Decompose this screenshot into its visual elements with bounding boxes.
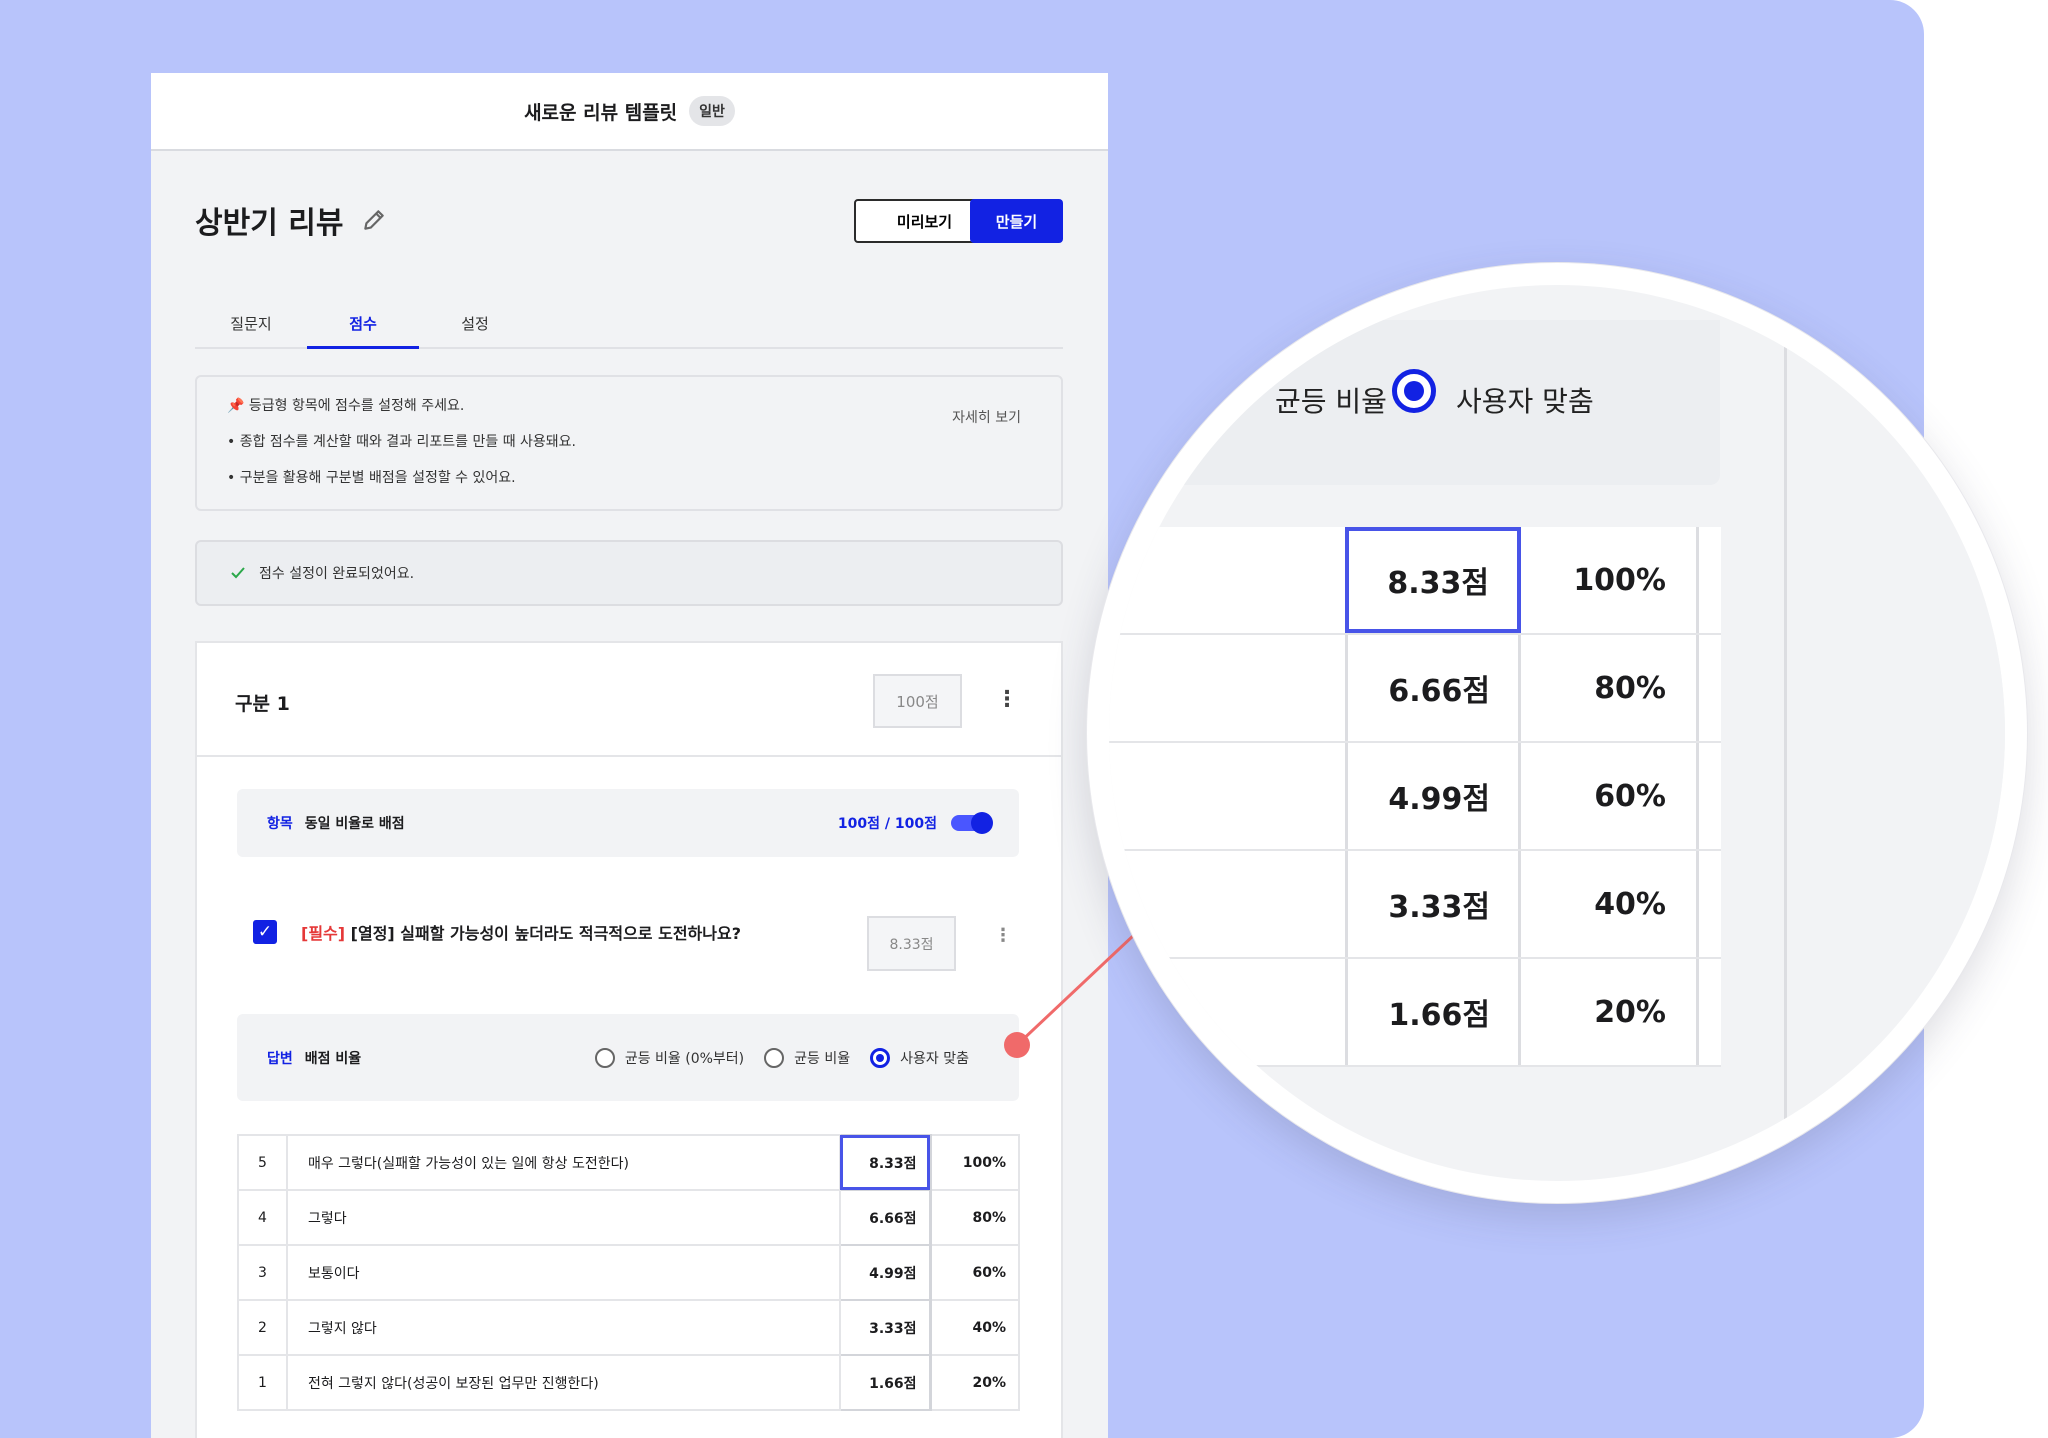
- ratio-options: 균등 비율 (0%부터) 균등 비율 사용자 맞춤: [594, 1047, 969, 1068]
- status-banner: 점수 설정이 완료되었어요.: [195, 540, 1063, 606]
- zoom-percent: 100%: [1524, 527, 1699, 633]
- tab-questionnaire[interactable]: 질문지: [195, 305, 307, 349]
- answer-points-input[interactable]: 8.33점: [839, 1134, 932, 1191]
- zoom-points: 3.33점: [1345, 851, 1521, 957]
- zoom-radio-selected-icon: [1392, 369, 1436, 413]
- answer-number: 3: [237, 1244, 288, 1301]
- item-tag: 항목: [267, 816, 293, 832]
- zoom-table: 8.33점 100% 6.66점 80% 4.99점 60% 3.33점 40%…: [1109, 527, 1721, 1067]
- zoom-points: 1.66점: [1345, 959, 1521, 1065]
- radio-selected-icon: [870, 1047, 891, 1068]
- tab-settings[interactable]: 설정: [419, 305, 531, 349]
- answer-percent-input[interactable]: 100%: [928, 1134, 1020, 1191]
- answer-number: 5: [237, 1134, 288, 1191]
- answer-label: 그렇다: [285, 1189, 842, 1246]
- more-options-icon[interactable]: ⋮: [996, 689, 1018, 711]
- question-text: [필수] [열정] 실패할 가능성이 높더라도 적극적으로 도전하나요?: [301, 920, 741, 944]
- zoom-row: 3.33점 40%: [1109, 851, 1721, 959]
- answer-tag: 답변: [267, 1050, 293, 1067]
- question-title: [열정] 실패할 가능성이 높더라도 적극적으로 도전하나요?: [350, 924, 741, 943]
- answer-points-input[interactable]: 4.99점: [839, 1244, 932, 1301]
- answer-table: 5 매우 그렇다(실패할 가능성이 있는 일에 항상 도전한다) 8.33점 1…: [237, 1134, 1020, 1411]
- answer-points-input[interactable]: 1.66점: [839, 1354, 932, 1411]
- question-options-icon[interactable]: ⋮: [994, 925, 1012, 946]
- info-bullet: • 구분을 활용해 구분별 배점을 설정할 수 있어요.: [227, 470, 516, 486]
- zoom-percent: 60%: [1524, 743, 1699, 849]
- radio-label: 균등 비율 (0%부터): [624, 1050, 745, 1067]
- template-title: 새로운 리뷰 템플릿: [524, 101, 678, 124]
- answer-number: 4: [237, 1189, 288, 1246]
- zoom-divider: [1784, 285, 1787, 1181]
- radio-label: 균등 비율: [794, 1050, 851, 1067]
- answer-points-input[interactable]: 6.66점: [839, 1189, 932, 1246]
- item-score-ratio: 100점 / 100점: [837, 816, 937, 832]
- equal-ratio-toggle[interactable]: [951, 812, 993, 834]
- question-checkbox[interactable]: ✓: [253, 920, 277, 944]
- answer-percent-input[interactable]: 20%: [928, 1354, 1020, 1411]
- radio-icon: [764, 1047, 785, 1068]
- answer-number: 2: [237, 1299, 288, 1356]
- table-row: 3 보통이다 4.99점 60%: [237, 1244, 1020, 1301]
- info-bullet: • 종합 점수를 계산할 때와 결과 리포트를 만들 때 사용돼요.: [227, 434, 576, 450]
- page-title: 상반기 리뷰: [195, 206, 344, 241]
- table-row: 4 그렇다 6.66점 80%: [237, 1189, 1020, 1246]
- answer-label: 그렇지 않다: [285, 1299, 842, 1356]
- answer-percent-input[interactable]: 60%: [928, 1244, 1020, 1301]
- answer-percent-input[interactable]: 80%: [928, 1189, 1020, 1246]
- zoom-row: 4.99점 60%: [1109, 743, 1721, 851]
- template-type-badge: 일반: [689, 96, 735, 126]
- section-title: 구분 1: [235, 693, 290, 715]
- answer-points-input[interactable]: 3.33점: [839, 1299, 932, 1356]
- answer-scoring-bar: 답변 배점 비율 균등 비율 (0%부터) 균등 비율 사용자 맞춤: [237, 1014, 1019, 1101]
- answer-scoring-label: 배점 비율: [304, 1050, 362, 1067]
- edit-icon[interactable]: [361, 207, 387, 233]
- page-title-row: 상반기 리뷰: [195, 198, 387, 242]
- zoom-percent: 80%: [1524, 635, 1699, 741]
- zoom-row: 8.33점 100%: [1109, 527, 1721, 635]
- template-editor-panel: 새로운 리뷰 템플릿 일반 상반기 리뷰 미리보기 만들기 질문지 점수 설정 …: [151, 73, 1108, 1438]
- zoom-option-equal: 균등 비율: [1275, 385, 1387, 418]
- table-row: 5 매우 그렇다(실패할 가능성이 있는 일에 항상 도전한다) 8.33점 1…: [237, 1134, 1020, 1191]
- answer-label: 전혀 그렇지 않다(성공이 보장된 업무만 진행한다): [285, 1354, 842, 1411]
- tab-bar: 질문지 점수 설정: [195, 305, 1063, 349]
- zoom-percent: 20%: [1524, 959, 1699, 1065]
- status-text: 점수 설정이 완료되었어요.: [259, 566, 415, 582]
- check-icon: [231, 567, 245, 579]
- table-row: 2 그렇지 않다 3.33점 40%: [237, 1299, 1020, 1356]
- answer-label: 매우 그렇다(실패할 가능성이 있는 일에 항상 도전한다): [285, 1134, 842, 1191]
- zoom-points: 4.99점: [1345, 743, 1521, 849]
- answer-number: 1: [237, 1354, 288, 1411]
- item-scoring-bar: 항목 동일 비율로 배점 100점 / 100점: [237, 789, 1019, 857]
- radio-icon: [594, 1047, 615, 1068]
- section-header: 구분 1 100점 ⋮: [197, 643, 1061, 757]
- zoom-row: 1.66점 20%: [1109, 959, 1721, 1067]
- zoom-lens: 균등 비율 사용자 맞춤 8.33점 100% 6.66점 80% 4.99점 …: [1109, 285, 2005, 1181]
- required-tag: [필수]: [301, 924, 346, 943]
- section-score-input[interactable]: 100점: [873, 674, 962, 728]
- section-card: 구분 1 100점 ⋮ 항목 동일 비율로 배점 100점 / 100점 ✓ […: [195, 641, 1063, 1438]
- zoom-points: 6.66점: [1345, 635, 1521, 741]
- radio-equal[interactable]: 균등 비율: [764, 1047, 851, 1068]
- answer-label: 보통이다: [285, 1244, 842, 1301]
- zoom-row: 6.66점 80%: [1109, 635, 1721, 743]
- question-score-input[interactable]: 8.33점: [867, 916, 956, 971]
- zoom-magnifier: 균등 비율 사용자 맞춤 8.33점 100% 6.66점 80% 4.99점 …: [1087, 263, 2027, 1203]
- zoom-option-custom: 사용자 맞춤: [1456, 385, 1594, 418]
- panel-header: 새로운 리뷰 템플릿 일반: [151, 73, 1108, 151]
- item-scoring-label: 동일 비율로 배점: [304, 816, 405, 832]
- answer-percent-input[interactable]: 40%: [928, 1299, 1020, 1356]
- info-heading: 📌 등급형 항목에 점수를 설정해 주세요.: [227, 398, 465, 414]
- learn-more-link[interactable]: 자세히 보기: [952, 407, 1021, 427]
- radio-custom[interactable]: 사용자 맞춤: [870, 1047, 969, 1068]
- table-row: 1 전혀 그렇지 않다(성공이 보장된 업무만 진행한다) 1.66점 20%: [237, 1354, 1020, 1411]
- zoom-points: 8.33점: [1345, 527, 1521, 633]
- tab-score[interactable]: 점수: [307, 305, 419, 349]
- info-notice: 📌 등급형 항목에 점수를 설정해 주세요. • 종합 점수를 계산할 때와 결…: [195, 375, 1063, 511]
- create-button[interactable]: 만들기: [970, 199, 1063, 243]
- radio-label: 사용자 맞춤: [900, 1050, 969, 1067]
- question-row: ✓ [필수] [열정] 실패할 가능성이 높더라도 적극적으로 도전하나요?: [253, 920, 741, 944]
- zoom-right-panel: [1787, 285, 2005, 1181]
- zoom-percent: 40%: [1524, 851, 1699, 957]
- radio-equal-from-zero[interactable]: 균등 비율 (0%부터): [594, 1047, 745, 1068]
